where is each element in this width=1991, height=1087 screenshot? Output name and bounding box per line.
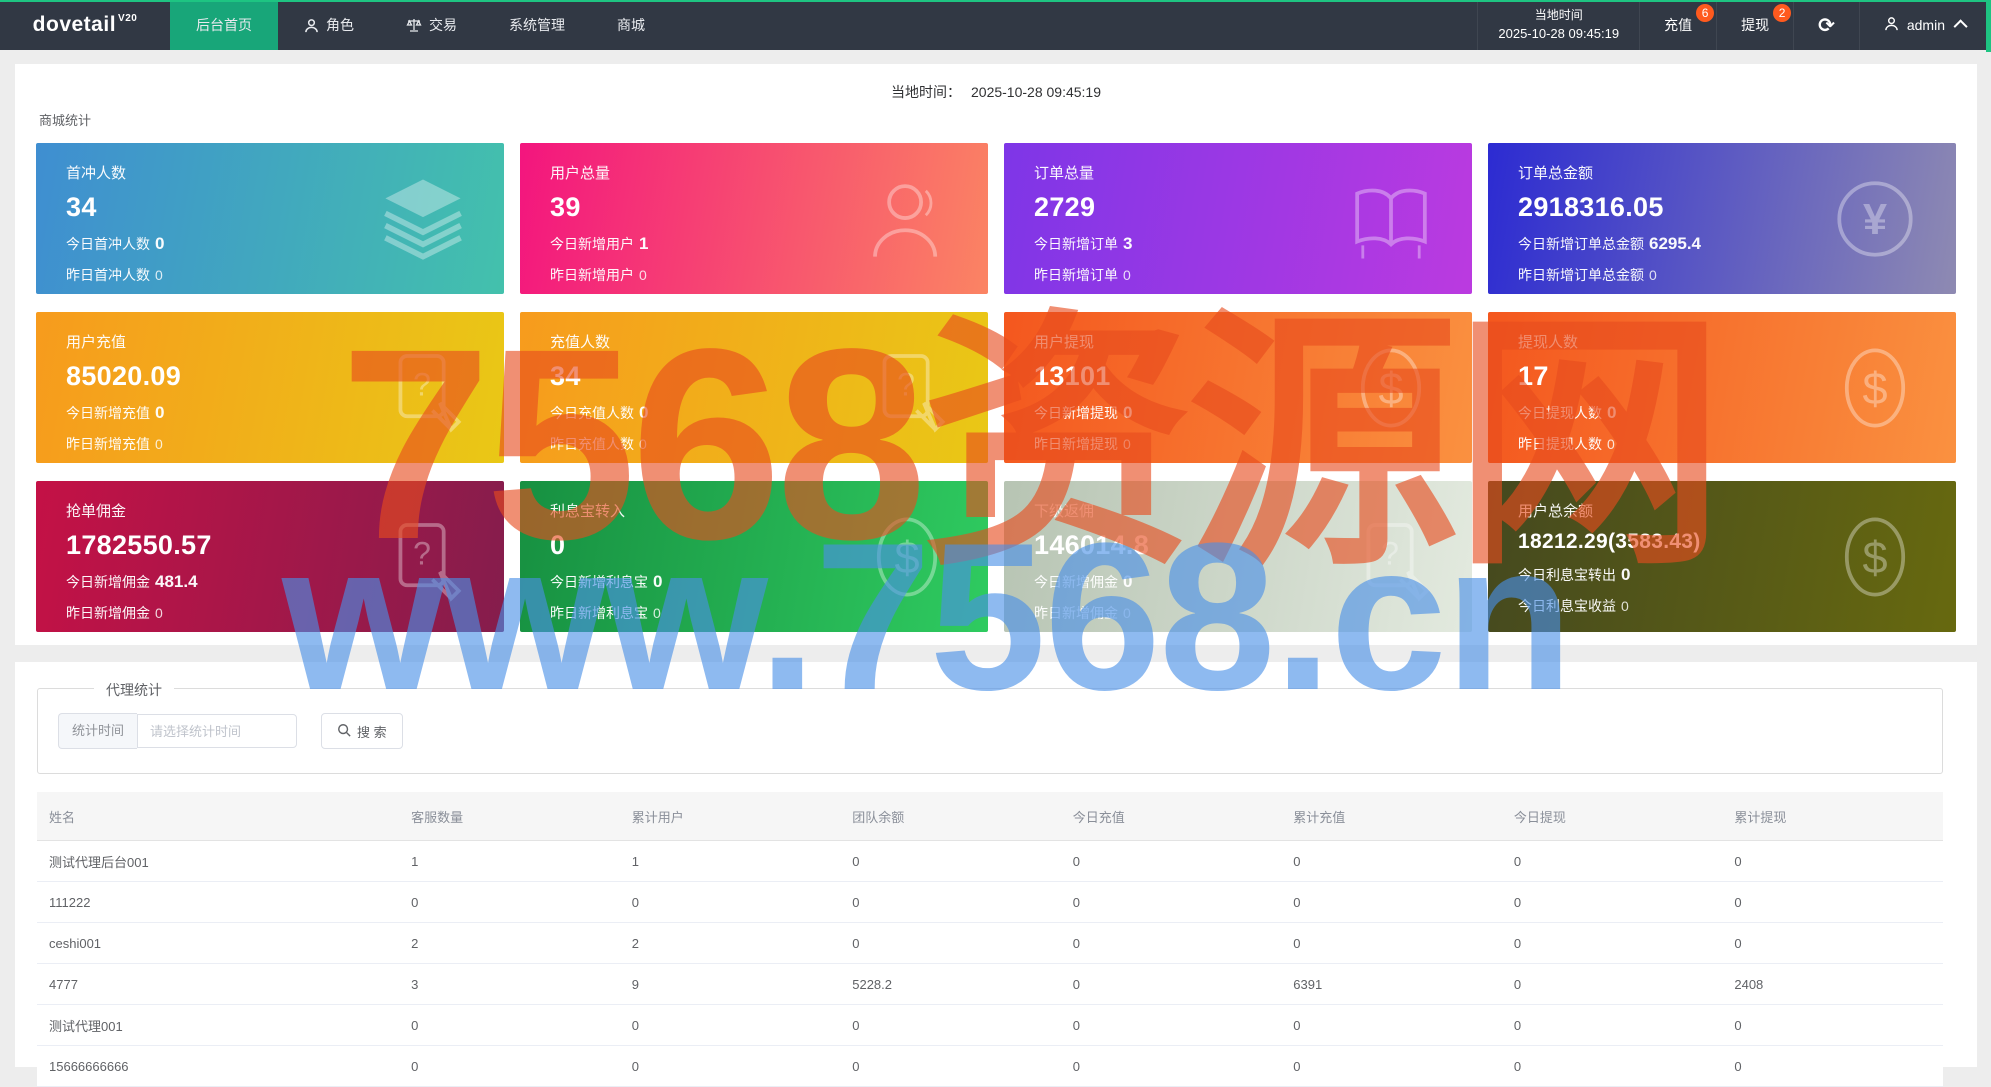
dollar-circle-icon: $ xyxy=(1828,341,1922,435)
layers-icon xyxy=(376,172,470,266)
stat-card-withdraw-users: 提现人数 17 今日提现人数0 昨日提现人数0 $ xyxy=(1488,312,1956,463)
user-icon xyxy=(1884,16,1899,34)
svg-text:$: $ xyxy=(1862,362,1887,413)
user-icon xyxy=(860,172,954,266)
svg-text:?: ? xyxy=(897,366,915,402)
col-service-count: 客服数量 xyxy=(399,792,620,841)
table-row: 测试代理0010000000 xyxy=(37,1005,1943,1046)
svg-text:¥: ¥ xyxy=(1863,196,1887,244)
table-row: 4777395228.20639102408 xyxy=(37,964,1943,1005)
menu-item-mall[interactable]: 商城 xyxy=(591,0,671,50)
stat-card-user-withdraw: 用户提现 13101 今日新增提现0 昨日新增提现0 $ xyxy=(1004,312,1472,463)
recharge-badge: 6 xyxy=(1696,4,1714,22)
col-total-withdraw: 累计提现 xyxy=(1722,792,1943,841)
col-total-users: 累计用户 xyxy=(620,792,841,841)
open-book-icon xyxy=(1344,172,1438,266)
stat-card-sub-rebate: 下级返佣 146014.8 今日新增佣金0 昨日新增佣金0 ? xyxy=(1004,481,1472,632)
withdraw-nav-button[interactable]: 提现 2 xyxy=(1717,0,1793,50)
user-menu[interactable]: admin xyxy=(1860,0,1991,50)
edit-doc-icon: ? xyxy=(1344,510,1438,604)
stat-card-recharge-users: 充值人数 34 今日充值人数0 昨日充值人数0 ? xyxy=(520,312,988,463)
chevron-up-icon xyxy=(1954,19,1968,33)
agent-stats-panel: 代理统计 统计时间 搜 索 姓名 客服数量 累计用户 团队余额 今日充值 xyxy=(15,662,1977,1067)
svg-text:?: ? xyxy=(413,366,431,402)
withdraw-badge: 2 xyxy=(1773,4,1791,22)
svg-text:?: ? xyxy=(413,535,431,571)
main-menu: 后台首页 角色 交易 系统管理 商城 xyxy=(170,0,671,50)
svg-text:$: $ xyxy=(1862,531,1887,582)
username: admin xyxy=(1907,17,1945,33)
table-row: 1112220000000 xyxy=(37,882,1943,923)
stat-card-total-orders: 订单总量 2729 今日新增订单3 昨日新增订单0 xyxy=(1004,143,1472,294)
col-today-recharge: 今日充值 xyxy=(1061,792,1282,841)
agent-stats-fieldset: 代理统计 统计时间 搜 索 xyxy=(37,688,1943,774)
stat-time-input[interactable] xyxy=(137,714,297,748)
col-today-withdraw: 今日提现 xyxy=(1502,792,1723,841)
stat-card-first-recharge-users: 首冲人数 34 今日首冲人数0 昨日首冲人数0 xyxy=(36,143,504,294)
table-row: 测试代理后台0011100000 xyxy=(37,841,1943,882)
table-row: 156666666660000000 xyxy=(37,1046,1943,1087)
menu-item-trade[interactable]: 交易 xyxy=(380,0,483,50)
svg-text:?: ? xyxy=(1381,535,1399,571)
stat-cards-grid: 首冲人数 34 今日首冲人数0 昨日首冲人数0 用户总量 39 今日新增用户1 … xyxy=(36,143,1956,632)
search-button[interactable]: 搜 索 xyxy=(321,713,403,749)
col-name: 姓名 xyxy=(37,792,399,841)
agent-stats-legend: 代理统计 xyxy=(94,680,174,700)
stat-card-user-recharge: 用户充值 85020.09 今日新增充值0 昨日新增充值0 ? xyxy=(36,312,504,463)
local-time-value: 2025-10-28 09:45:19 xyxy=(1498,24,1619,44)
agent-filter-row: 统计时间 搜 索 xyxy=(58,713,403,749)
edit-doc-icon: ? xyxy=(376,341,470,435)
dollar-circle-icon: $ xyxy=(1344,341,1438,435)
top-navbar: dovetailV20 后台首页 角色 交易 系统管理 商城 xyxy=(0,0,1991,50)
edit-doc-icon: ? xyxy=(860,341,954,435)
dollar-circle-icon: $ xyxy=(860,510,954,604)
recharge-nav-button[interactable]: 充值 6 xyxy=(1640,0,1716,50)
menu-item-roles[interactable]: 角色 xyxy=(278,0,380,50)
logo-text: dovetail xyxy=(33,13,116,37)
stat-card-grab-commission: 抢单佣金 1782550.57 今日新增佣金481.4 昨日新增佣金0 ? xyxy=(36,481,504,632)
menu-item-system[interactable]: 系统管理 xyxy=(483,0,591,50)
svg-text:$: $ xyxy=(894,531,919,582)
table-row: ceshi0012200000 xyxy=(37,923,1943,964)
refresh-icon: ⟳ xyxy=(1818,13,1835,37)
logo-version: V20 xyxy=(118,13,137,24)
app-logo: dovetailV20 xyxy=(0,0,170,50)
search-icon xyxy=(337,723,351,740)
dollar-circle-icon: $ xyxy=(1828,510,1922,604)
svg-text:$: $ xyxy=(1378,362,1403,413)
mall-stats-panel: 当地时间：2025-10-28 09:45:19 商城统计 首冲人数 34 今日… xyxy=(15,64,1977,645)
refresh-button[interactable]: ⟳ xyxy=(1794,0,1859,50)
stat-card-interest-transfer-in: 利息宝转入 0 今日新增利息宝0 昨日新增利息宝0 $ xyxy=(520,481,988,632)
stat-card-total-users: 用户总量 39 今日新增用户1 昨日新增用户0 xyxy=(520,143,988,294)
local-time-label: 当地时间 xyxy=(1535,6,1583,25)
edit-doc-icon: ? xyxy=(376,510,470,604)
stats-section-title: 商城统计 xyxy=(39,110,91,129)
yen-circle-icon: ¥ xyxy=(1828,172,1922,266)
scrollbar-thumb[interactable] xyxy=(1986,0,1991,52)
table-header-row: 姓名 客服数量 累计用户 团队余额 今日充值 累计充值 今日提现 累计提现 xyxy=(37,792,1943,841)
agent-table: 姓名 客服数量 累计用户 团队余额 今日充值 累计充值 今日提现 累计提现 测试… xyxy=(37,792,1943,1087)
stat-card-user-total-balance: 用户总余额 18212.29(3583.43) 今日利息宝转出0 今日利息宝收益… xyxy=(1488,481,1956,632)
person-icon xyxy=(304,18,319,33)
stat-time-label: 统计时间 xyxy=(58,713,137,749)
local-time-block: 当地时间 2025-10-28 09:45:19 xyxy=(1478,0,1639,50)
stat-card-total-order-amount: 订单总金额 2918316.05 今日新增订单总金额6295.4 昨日新增订单总… xyxy=(1488,143,1956,294)
col-team-balance: 团队余额 xyxy=(840,792,1061,841)
top-progress-line xyxy=(0,0,1991,2)
navbar-right: 当地时间 2025-10-28 09:45:19 充值 6 提现 2 ⟳ adm… xyxy=(1477,0,1991,50)
col-total-recharge: 累计充值 xyxy=(1281,792,1502,841)
local-time-line: 当地时间：2025-10-28 09:45:19 xyxy=(15,82,1977,102)
scales-icon xyxy=(406,17,422,33)
menu-item-dashboard[interactable]: 后台首页 xyxy=(170,0,278,50)
